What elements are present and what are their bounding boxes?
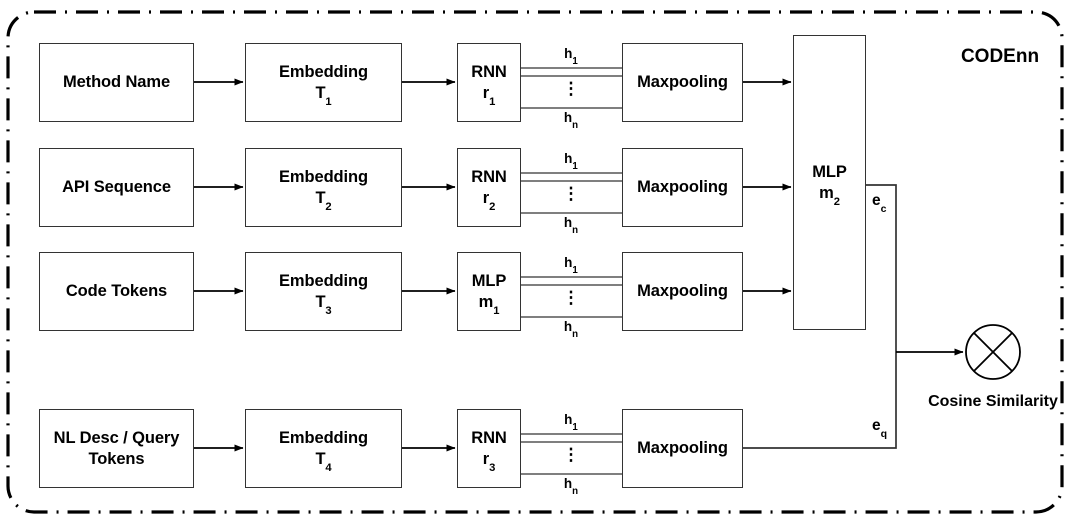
input-label-api-sequence: API Sequence [62, 178, 171, 197]
hidden-top-label-row2: h1 [564, 151, 578, 173]
pooling-box-row1[interactable]: Maxpooling [622, 43, 743, 122]
fusion-mlp-subscript: m2 [819, 183, 840, 208]
encoder-subscript-row3: m1 [478, 292, 500, 317]
encoder-label-row3: MLP [471, 271, 507, 290]
hidden-top-label-row1: h1 [564, 46, 578, 68]
pooling-label-row4: Maxpooling [637, 439, 728, 458]
input-box-nl-desc-query-tokens[interactable]: NL Desc / Query Tokens [39, 409, 194, 488]
input-label-nl-desc-line1: NL Desc / Query [53, 428, 180, 447]
fusion-mlp-box[interactable]: MLP m2 [793, 35, 866, 330]
input-label-method-name: Method Name [62, 73, 171, 92]
code-vector-label: ec [872, 192, 887, 216]
embedding-box-row4[interactable]: Embedding T4 [245, 409, 402, 488]
pooling-label-row2: Maxpooling [637, 178, 728, 197]
input-label-code-tokens: Code Tokens [65, 282, 168, 301]
cosine-caption-line2: Similarity [985, 393, 1058, 410]
hidden-dots-row2: ⋮ [562, 184, 580, 203]
embedding-subscript-row3: T3 [315, 292, 332, 317]
pooling-box-row3[interactable]: Maxpooling [622, 252, 743, 331]
hidden-top-label-row4: h1 [564, 412, 578, 434]
embedding-box-row2[interactable]: Embedding T2 [245, 148, 402, 227]
embedding-label-row3: Embedding [279, 271, 368, 290]
page-title: CODEnn [960, 46, 1040, 67]
encoder-box-row2[interactable]: RNN r2 [457, 148, 521, 227]
encoder-subscript-row2: r2 [482, 188, 496, 213]
codenn-architecture-diagram: Method Name Embedding T1 RNN r1 h1 ⋮ hn … [0, 0, 1080, 529]
pooling-box-row2[interactable]: Maxpooling [622, 148, 743, 227]
embedding-box-row1[interactable]: Embedding T1 [245, 43, 402, 122]
encoder-box-row1[interactable]: RNN r1 [457, 43, 521, 122]
encoder-label-row1: RNN [471, 62, 507, 81]
embedding-label-row4: Embedding [279, 428, 368, 447]
pooling-label-row1: Maxpooling [637, 73, 728, 92]
embedding-label-row2: Embedding [279, 167, 368, 186]
hidden-bottom-label-row4: hn [563, 476, 579, 498]
input-box-api-sequence[interactable]: API Sequence [39, 148, 194, 227]
embedding-box-row3[interactable]: Embedding T3 [245, 252, 402, 331]
hidden-bottom-label-row3: hn [563, 319, 579, 341]
hidden-dots-row4: ⋮ [562, 445, 580, 464]
input-label-nl-desc-line2: Tokens [88, 449, 145, 468]
embedding-subscript-row2: T2 [315, 188, 332, 213]
encoder-label-row4: RNN [471, 428, 507, 447]
hidden-bottom-label-row2: hn [563, 215, 579, 237]
cosine-similarity-caption: Cosine Similarity [923, 392, 1063, 412]
cross-circle-icon [965, 324, 1021, 380]
embedding-label-row1: Embedding [279, 62, 368, 81]
pooling-box-row4[interactable]: Maxpooling [622, 409, 743, 488]
input-box-code-tokens[interactable]: Code Tokens [39, 252, 194, 331]
embedding-subscript-row1: T1 [315, 83, 332, 108]
pooling-label-row3: Maxpooling [637, 282, 728, 301]
hidden-dots-row3: ⋮ [562, 288, 580, 307]
encoder-box-row4[interactable]: RNN r3 [457, 409, 521, 488]
encoder-box-row3[interactable]: MLP m1 [457, 252, 521, 331]
encoder-subscript-row4: r3 [482, 449, 496, 474]
encoder-label-row2: RNN [471, 167, 507, 186]
fusion-mlp-label: MLP [812, 162, 847, 181]
embedding-subscript-row4: T4 [315, 449, 332, 474]
query-vector-label: eq [872, 417, 888, 441]
input-box-method-name[interactable]: Method Name [39, 43, 194, 122]
hidden-dots-row1: ⋮ [562, 79, 580, 98]
cosine-caption-line1: Cosine [928, 393, 982, 410]
hidden-bottom-label-row1: hn [563, 110, 579, 132]
encoder-subscript-row1: r1 [482, 83, 496, 108]
hidden-top-label-row3: h1 [564, 255, 578, 277]
